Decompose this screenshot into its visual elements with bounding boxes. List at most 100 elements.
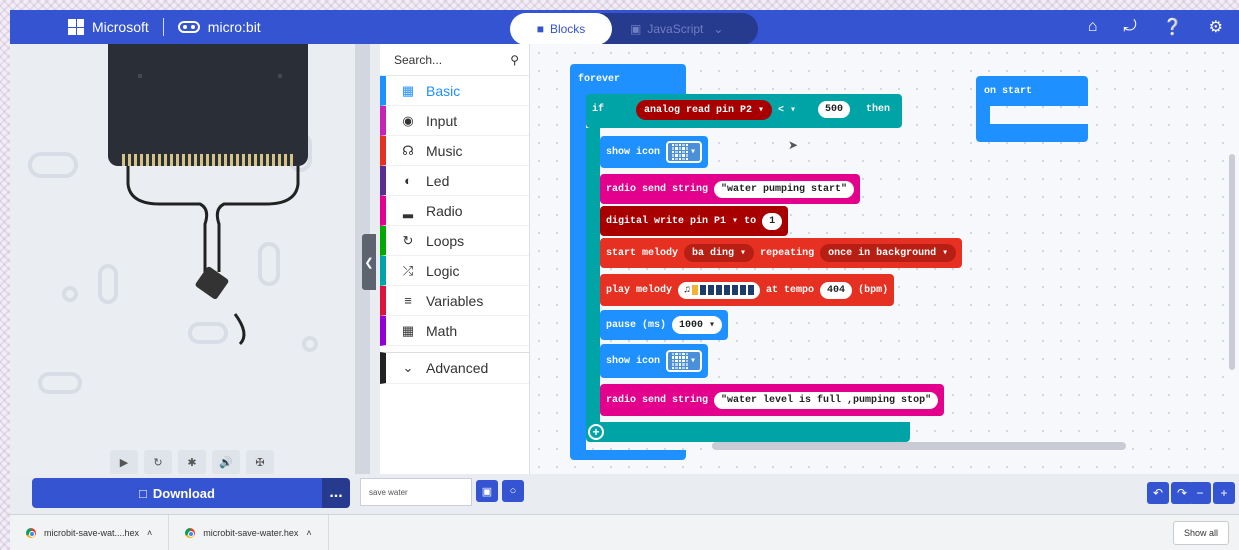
chevron-up-icon[interactable]: ˄ [147, 528, 152, 538]
pause-dropdown[interactable]: 1000 ▾ [672, 316, 723, 334]
save-icon[interactable]: ▣ [476, 480, 498, 502]
list-icon: ≡ [404, 293, 412, 308]
digital-value[interactable]: 1 [762, 212, 783, 230]
category-advanced[interactable]: ⌄ Advanced [380, 352, 529, 384]
compare-value[interactable]: 500 [818, 101, 851, 118]
signal-icon: ▂ [403, 202, 413, 218]
repeat-mode-dropdown[interactable]: once in background ▾ [820, 244, 957, 262]
category-music[interactable]: ☊ Music [380, 136, 529, 166]
category-label: Music [426, 142, 463, 159]
category-radio[interactable]: ▂ Radio [380, 196, 529, 226]
download-item[interactable]: microbit-save-water.hex ˄ [169, 515, 329, 550]
category-input[interactable]: ◉ Input [380, 106, 529, 136]
blocks-workspace[interactable]: forever if analog read pin P2 ▾ < ▾ 500 … [530, 44, 1239, 474]
show-icon-block[interactable]: show icon ▾ [600, 136, 709, 168]
javascript-mode-button[interactable]: ▣ JavaScript ⌄ [612, 13, 741, 45]
play-icon[interactable]: ▶ [110, 450, 138, 474]
zoom-group: − + [1189, 482, 1235, 504]
zoom-in-icon[interactable]: + [1213, 482, 1235, 504]
download-button[interactable]: □ Download [32, 478, 322, 508]
category-led[interactable]: ◐ Led [380, 166, 529, 196]
restart-icon[interactable]: ↻ [144, 450, 172, 474]
melody-dropdown[interactable]: ba ding ▾ [684, 244, 755, 262]
toolbox-search[interactable]: Search... ⚲ [380, 44, 529, 76]
toggle-icon: ◐ [404, 173, 412, 188]
undo-redo-group: ↶ ↷ [1147, 482, 1193, 504]
category-basic[interactable]: ▦ Basic [380, 76, 529, 106]
on-start-footer [976, 124, 1088, 142]
javascript-icon: ▣ [630, 22, 642, 36]
melody-editor[interactable]: ♫ [678, 281, 761, 299]
compare-operator[interactable]: < ▾ [778, 104, 797, 117]
chevron-down-icon[interactable]: ▾ [758, 104, 764, 116]
pause-block[interactable]: pause (ms) 1000 ▾ [600, 310, 729, 340]
puzzle-icon: ■ [536, 22, 544, 36]
brand-microsoft: Microsoft [92, 19, 149, 35]
chrome-icon [185, 527, 196, 538]
category-label: Radio [426, 202, 463, 219]
melody-name: ba ding [692, 248, 735, 259]
start-melody-block[interactable]: start melody ba ding ▾ repeating once in… [600, 238, 963, 268]
radio-string-value[interactable]: "water level is full ,pumping stop" [714, 391, 939, 409]
show-all-button[interactable]: Show all [1173, 521, 1229, 545]
blocks-mode-button[interactable]: ■ Blocks [510, 13, 612, 45]
radio-send-string-block[interactable]: radio send string "water level is full ,… [600, 384, 945, 416]
chevron-down-icon[interactable]: ⌄ [713, 22, 723, 36]
category-loops[interactable]: ↻ Loops [380, 226, 529, 256]
top-bar: Microsoft micro:bit ■ Blocks ▣ JavaScrip… [10, 10, 1239, 45]
calculator-icon: ▦ [401, 322, 415, 338]
compare-value-text[interactable]: 500 [818, 101, 851, 118]
download-filename: microbit-save-water.hex [203, 527, 299, 538]
settings-icon[interactable]: ⚙ [1209, 17, 1223, 37]
github-icon[interactable]: ○ [502, 480, 524, 502]
music-note-icon: ♫ [684, 284, 691, 296]
download-item[interactable]: microbit-save-wat....hex ˄ [10, 515, 170, 550]
editor-mode-toggle: ■ Blocks ▣ JavaScript ⌄ [510, 13, 758, 45]
category-label: Math [426, 322, 458, 339]
download-filename: microbit-save-wat....hex [44, 527, 140, 538]
start-melody-label: start melody [606, 247, 679, 259]
if-block-footer [586, 422, 910, 442]
icon-picker[interactable]: ▾ [666, 141, 703, 163]
pause-value: 1000 [679, 320, 704, 331]
project-name-input[interactable]: save water [360, 478, 472, 506]
help-icon[interactable]: ❔ [1163, 17, 1183, 37]
loop-icon: ↻ [402, 232, 414, 248]
chevron-down-icon: ▾ [732, 216, 739, 227]
add-else-icon[interactable]: + [588, 424, 604, 440]
category-math[interactable]: ▦ Math [380, 316, 529, 346]
download-label: Download [152, 485, 215, 501]
category-logic[interactable]: ⤮ Logic [380, 256, 529, 286]
icon-picker[interactable]: ▾ [666, 350, 703, 372]
workspace-vertical-scrollbar[interactable] [1229, 154, 1235, 370]
show-icon-block[interactable]: show icon ▾ [600, 344, 709, 378]
analog-read-block[interactable]: analog read pin P2 ▾ [636, 100, 773, 120]
pin-dropdown[interactable]: P1 [714, 216, 726, 227]
on-start-label: on start [984, 86, 1033, 97]
radio-send-string-block[interactable]: radio send string "water pumping start" [600, 174, 861, 204]
sound-icon[interactable]: 🔊 [212, 450, 240, 474]
play-melody-block[interactable]: play melody ♫ at tempo 404 (bpm) [600, 274, 895, 306]
show-icon-label: show icon [606, 146, 661, 158]
workspace-horizontal-scrollbar[interactable] [712, 442, 1126, 450]
search-icon[interactable]: ⚲ [510, 53, 519, 67]
digital-write-block[interactable]: digital write pin P1 ▾ to 1 [600, 206, 789, 236]
chevron-down-icon: ▾ [790, 105, 797, 116]
collapse-simulator-button[interactable]: ❮ [362, 234, 376, 290]
more-options-button[interactable]: ... [322, 478, 350, 508]
javascript-mode-label: JavaScript [647, 22, 704, 36]
brand[interactable]: Microsoft micro:bit [68, 18, 261, 36]
pause-label: pause (ms) [606, 319, 667, 331]
category-variables[interactable]: ≡ Variables [380, 286, 529, 316]
debug-icon[interactable]: ✱ [178, 450, 206, 474]
fullscreen-icon[interactable]: ✠ [246, 450, 274, 474]
undo-icon[interactable]: ↶ [1147, 482, 1169, 504]
header-actions: ⌂ ⤾ ❔ ⚙ [1088, 10, 1223, 44]
home-icon[interactable]: ⌂ [1088, 18, 1098, 36]
search-input[interactable]: Search... [394, 53, 442, 67]
radio-string-value[interactable]: "water pumping start" [714, 180, 855, 198]
share-icon[interactable]: ⤾ [1123, 18, 1136, 36]
chevron-up-icon[interactable]: ˄ [306, 528, 311, 538]
tempo-value[interactable]: 404 [820, 281, 853, 299]
zoom-out-icon[interactable]: − [1189, 482, 1211, 504]
